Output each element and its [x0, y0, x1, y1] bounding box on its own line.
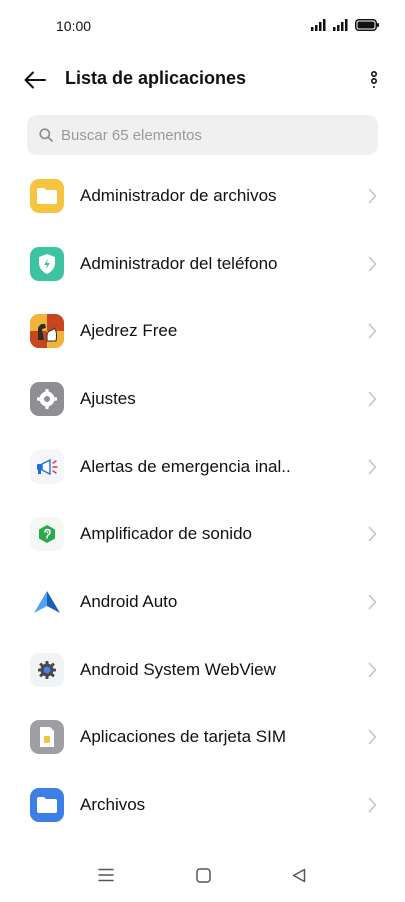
- gear-icon: [30, 381, 64, 416]
- list-item[interactable]: Alertas de emergencia inal..: [0, 433, 405, 501]
- list-item[interactable]: Aplicaciones de tarjeta SIM: [0, 704, 405, 772]
- list-item[interactable]: Archivos: [0, 771, 405, 839]
- list-item[interactable]: Ajustes: [0, 365, 405, 433]
- navigation-bar: [0, 852, 405, 902]
- signal-icon: [333, 19, 348, 31]
- menu-lines-icon: [98, 868, 114, 882]
- app-list: Administrador de archivos Administrador …: [0, 162, 405, 839]
- square-icon: [195, 867, 211, 883]
- chevron-right-icon: [366, 728, 378, 746]
- back-arrow-icon: [24, 71, 46, 89]
- signal-icon: [311, 19, 326, 31]
- app-label: Administrador del teléfono: [80, 253, 278, 273]
- chevron-right-icon: [366, 187, 378, 205]
- chevron-right-icon: [366, 322, 378, 340]
- app-label: Amplificador de sonido: [80, 524, 252, 544]
- status-icons: [311, 19, 379, 31]
- chevron-right-icon: [366, 593, 378, 611]
- android-auto-icon: [30, 584, 64, 619]
- chevron-right-icon: [366, 796, 378, 814]
- more-options-button[interactable]: [363, 66, 385, 94]
- page-title: Lista de aplicaciones: [65, 68, 247, 88]
- app-header: Lista de aplicaciones: [0, 56, 405, 104]
- sim-card-icon: [30, 720, 64, 755]
- ear-icon: [30, 517, 64, 552]
- chevron-right-icon: [366, 661, 378, 679]
- search-icon: [39, 128, 53, 142]
- search-bar[interactable]: [27, 115, 378, 155]
- list-item[interactable]: Amplificador de sonido: [0, 500, 405, 568]
- list-item[interactable]: Android System WebView: [0, 636, 405, 704]
- triangle-back-icon: [292, 868, 306, 882]
- list-item[interactable]: Administrador del teléfono: [0, 230, 405, 298]
- app-label: Ajedrez Free: [80, 321, 178, 341]
- status-bar: 10:00: [0, 0, 405, 52]
- app-label: Android Auto: [80, 591, 178, 611]
- megaphone-icon: [30, 449, 64, 484]
- app-label: Ajustes: [80, 388, 136, 408]
- battery-icon: [355, 19, 379, 31]
- status-time: 10:00: [56, 18, 92, 34]
- app-label: Alertas de emergencia inal..: [80, 456, 291, 476]
- app-label: Aplicaciones de tarjeta SIM: [80, 727, 286, 747]
- chevron-right-icon: [366, 525, 378, 543]
- search-input[interactable]: [61, 126, 361, 144]
- list-item[interactable]: Administrador de archivos: [0, 162, 405, 230]
- folder-icon: [30, 178, 64, 213]
- app-label: Android System WebView: [80, 659, 276, 679]
- home-button[interactable]: [188, 860, 218, 890]
- chevron-right-icon: [366, 390, 378, 408]
- app-label: Archivos: [80, 795, 146, 815]
- chevron-right-icon: [366, 458, 378, 476]
- app-label: Administrador de archivos: [80, 185, 277, 205]
- list-item[interactable]: Ajedrez Free: [0, 297, 405, 365]
- files-folder-icon: [30, 788, 64, 823]
- more-vertical-icon: [370, 71, 378, 88]
- recents-button[interactable]: [91, 860, 121, 890]
- list-item[interactable]: Android Auto: [0, 568, 405, 636]
- chess-icon: [30, 314, 64, 349]
- shield-bolt-icon: [30, 246, 64, 281]
- chevron-right-icon: [366, 255, 378, 273]
- back-button[interactable]: [20, 66, 50, 94]
- back-nav-button[interactable]: [284, 860, 314, 890]
- webview-gear-icon: [30, 652, 64, 687]
